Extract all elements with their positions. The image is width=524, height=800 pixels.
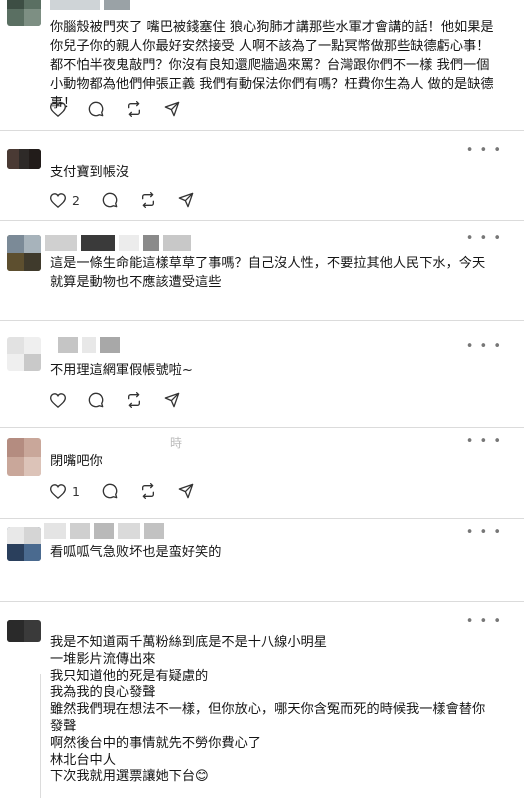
- share-button[interactable]: [178, 192, 194, 208]
- like-count: 2: [72, 192, 80, 208]
- post-1: 你腦殼被門夾了 嘴巴被錢塞住 狼心狗肺才講那些水軍才會講的話！他如果是你兒子你的…: [0, 0, 524, 128]
- post-text: 你腦殼被門夾了 嘴巴被錢塞住 狼心狗肺才講那些水軍才會講的話！他如果是你兒子你的…: [50, 20, 494, 111]
- post-text: 閉嘴吧你: [50, 454, 103, 469]
- share-button[interactable]: [164, 392, 180, 408]
- post-text: 支付寶到帳沒: [50, 165, 130, 180]
- share-button[interactable]: [164, 101, 180, 117]
- share-icon: [164, 101, 180, 117]
- action-bar: [50, 100, 202, 118]
- more-options-icon[interactable]: • • •: [466, 614, 502, 629]
- comment-button[interactable]: [102, 483, 118, 499]
- action-bar: 1: [50, 482, 216, 500]
- like-button[interactable]: [50, 392, 66, 408]
- more-options-icon[interactable]: • • •: [466, 143, 502, 158]
- redacted-username: [44, 523, 164, 539]
- comment-icon: [102, 483, 118, 499]
- avatar[interactable]: [7, 337, 41, 371]
- thread-connector: [40, 674, 41, 798]
- like-button[interactable]: 1: [50, 484, 80, 499]
- redacted-username: [45, 235, 191, 251]
- avatar[interactable]: [7, 235, 41, 271]
- post-4: • • • 不用理這網軍假帳號啦~: [0, 321, 524, 427]
- post-3: • • • 這是一條生命能這樣草草了事嗎？自己沒人性，不要拉其他人民下水，今天就…: [0, 221, 524, 319]
- action-bar: [50, 391, 202, 409]
- repost-button[interactable]: [140, 192, 156, 208]
- heart-icon: [50, 483, 66, 499]
- share-icon: [178, 483, 194, 499]
- repost-button[interactable]: [126, 101, 142, 117]
- post-5: • • • 時 閉嘴吧你 1: [0, 428, 524, 518]
- comment-icon: [102, 192, 118, 208]
- like-count: 1: [72, 483, 80, 499]
- share-icon: [164, 392, 180, 408]
- action-bar: 2: [50, 191, 216, 209]
- repost-icon: [127, 392, 140, 408]
- post-2: • • • 支付寶到帳沒 2: [0, 131, 524, 220]
- avatar[interactable]: [7, 438, 41, 476]
- avatar[interactable]: [7, 620, 41, 642]
- repost-button[interactable]: [126, 392, 142, 408]
- share-icon: [178, 192, 194, 208]
- avatar[interactable]: [7, 0, 41, 26]
- comment-icon: [88, 101, 104, 117]
- heart-icon: [50, 101, 66, 117]
- heart-icon: [50, 192, 66, 208]
- repost-icon: [141, 192, 154, 208]
- redacted-username: [50, 0, 130, 10]
- post-text: 這是一條生命能這樣草草了事嗎？自己沒人性，不要拉其他人民下水，今天就算是動物也不…: [50, 256, 486, 290]
- post-7: • • • 我是不知道兩千萬粉絲到底是不是十八線小明星 一堆影片流傳出來 我只知…: [0, 602, 524, 800]
- more-options-icon[interactable]: • • •: [466, 231, 502, 246]
- avatar[interactable]: [7, 149, 41, 169]
- comment-icon: [88, 392, 104, 408]
- comment-button[interactable]: [88, 392, 104, 408]
- like-button[interactable]: [50, 101, 66, 117]
- avatar[interactable]: [7, 527, 41, 561]
- share-button[interactable]: [178, 483, 194, 499]
- comment-button[interactable]: [102, 192, 118, 208]
- redacted-username: [58, 337, 120, 353]
- comment-button[interactable]: [88, 101, 104, 117]
- post-text: 看呱呱气急败坏也是蛮好笑的: [50, 545, 222, 560]
- more-options-icon[interactable]: • • •: [466, 434, 502, 449]
- snippet-label: 時: [170, 436, 183, 450]
- heart-icon: [50, 392, 66, 408]
- more-options-icon[interactable]: • • •: [466, 525, 502, 540]
- post-6: • • • 看呱呱气急败坏也是蛮好笑的: [0, 519, 524, 601]
- repost-icon: [127, 101, 140, 117]
- repost-button[interactable]: [140, 483, 156, 499]
- more-options-icon[interactable]: • • •: [466, 339, 502, 354]
- post-text: 不用理這網軍假帳號啦~: [50, 363, 193, 378]
- repost-icon: [141, 483, 154, 499]
- post-text: 我是不知道兩千萬粉絲到底是不是十八線小明星 一堆影片流傳出來 我只知道他的死是有…: [50, 635, 486, 785]
- like-button[interactable]: 2: [50, 193, 80, 208]
